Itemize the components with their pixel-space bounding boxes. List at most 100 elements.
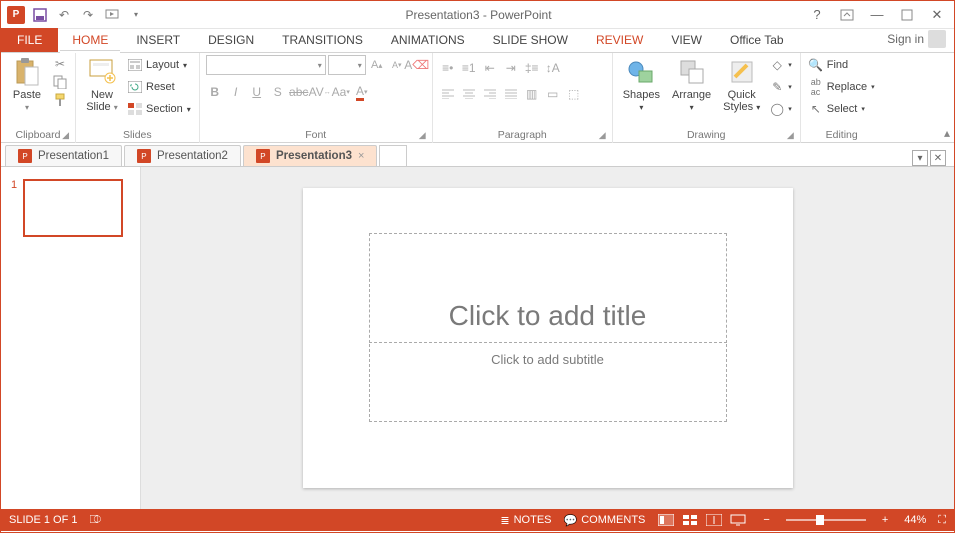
line-spacing-button[interactable]: ‡≡ <box>523 59 541 77</box>
bullets-button[interactable]: ≡• <box>439 59 457 77</box>
title-placeholder[interactable]: Click to add title <box>369 233 727 343</box>
ribbon-display-options-button[interactable] <box>836 4 858 26</box>
clear-formatting-button[interactable]: A⌫ <box>408 56 426 74</box>
doc-tab-presentation2[interactable]: P Presentation2 <box>124 145 241 166</box>
doc-tab-presentation1[interactable]: P Presentation1 <box>5 145 122 166</box>
find-button[interactable]: 🔍Find <box>807 55 877 75</box>
zoom-out-button[interactable]: − <box>759 514 773 526</box>
shape-fill-button[interactable]: ◇▾ <box>768 55 794 75</box>
maximize-button[interactable] <box>896 4 918 26</box>
align-text-button[interactable]: ▭ <box>544 85 562 103</box>
new-slide-button[interactable]: New Slide ▾ <box>82 55 122 115</box>
collapse-ribbon-button[interactable]: ▴ <box>944 126 950 140</box>
numbering-button[interactable]: ≡1 <box>460 59 478 77</box>
slideshow-view-button[interactable] <box>729 513 747 527</box>
fit-to-window-button[interactable]: ⛶ <box>938 514 946 527</box>
font-dialog-launcher[interactable]: ◢ <box>419 130 426 141</box>
align-right-button[interactable] <box>481 85 499 103</box>
slide-thumbnail[interactable]: 1 <box>11 179 130 237</box>
arrange-button[interactable]: Arrange▾ <box>668 55 715 115</box>
align-center-button[interactable] <box>460 85 478 103</box>
tab-transitions[interactable]: TRANSITIONS <box>268 28 377 52</box>
decrease-font-size-button[interactable]: A▾ <box>388 56 406 74</box>
paste-button[interactable]: Paste▾ <box>7 55 47 115</box>
notes-button[interactable]: ≣NOTES <box>500 514 551 527</box>
tab-insert[interactable]: INSERT <box>122 28 194 52</box>
close-tab-icon[interactable]: × <box>358 150 364 162</box>
tab-home[interactable]: HOME <box>58 28 122 52</box>
tab-animations[interactable]: ANIMATIONS <box>377 28 479 52</box>
drawing-dialog-launcher[interactable]: ◢ <box>787 130 794 141</box>
decrease-indent-button[interactable]: ⇤ <box>481 59 499 77</box>
select-button[interactable]: ↖Select ▾ <box>807 99 877 119</box>
character-spacing-button[interactable]: AV↔ <box>311 83 329 101</box>
comments-button[interactable]: 💬COMMENTS <box>564 514 646 527</box>
layout-button[interactable]: Layout ▾ <box>126 55 193 75</box>
shape-outline-button[interactable]: ✎▾ <box>768 77 794 97</box>
undo-button[interactable]: ↶ <box>55 6 73 24</box>
new-tab-button[interactable] <box>379 145 407 166</box>
select-label: Select <box>827 103 858 115</box>
quick-styles-button[interactable]: Quick Styles ▾ <box>719 55 764 115</box>
close-button[interactable]: ✕ <box>926 4 948 26</box>
shapes-button[interactable]: Shapes▾ <box>619 55 664 115</box>
paragraph-dialog-launcher[interactable]: ◢ <box>599 130 606 141</box>
group-editing: 🔍Find abacReplace ▾ ↖Select ▾ Editing <box>801 53 883 143</box>
increase-font-size-button[interactable]: A▴ <box>368 56 386 74</box>
shape-effects-button[interactable]: ◯▾ <box>768 99 794 119</box>
tab-file[interactable]: FILE <box>1 28 58 52</box>
close-all-tabs-button[interactable]: ✕ <box>930 150 946 166</box>
format-painter-button[interactable] <box>51 91 69 109</box>
zoom-level-label[interactable]: 44% <box>904 514 926 526</box>
zoom-slider-thumb[interactable] <box>816 515 824 525</box>
tab-office-tab[interactable]: Office Tab <box>716 28 798 52</box>
italic-button[interactable]: I <box>227 83 245 101</box>
start-from-beginning-button[interactable] <box>103 6 121 24</box>
spell-check-icon[interactable]: ⎄ <box>89 514 101 527</box>
increase-indent-button[interactable]: ⇥ <box>502 59 520 77</box>
text-direction-button[interactable]: ↕A <box>544 59 562 77</box>
zoom-slider[interactable] <box>786 519 866 521</box>
slide-count-label[interactable]: SLIDE 1 OF 1 <box>9 514 77 526</box>
strikethrough-button[interactable]: abc <box>290 83 308 101</box>
slide[interactable]: Click to add title Click to add subtitle <box>303 188 793 488</box>
bold-button[interactable]: B <box>206 83 224 101</box>
clipboard-dialog-launcher[interactable]: ◢ <box>62 130 69 141</box>
section-button[interactable]: Section ▾ <box>126 99 193 119</box>
slide-canvas-area[interactable]: Click to add title Click to add subtitle <box>141 167 954 509</box>
sign-in-button[interactable]: Sign in <box>879 26 954 52</box>
section-label: Section <box>146 103 183 115</box>
reading-view-button[interactable] <box>705 513 723 527</box>
columns-button[interactable]: ▥ <box>523 85 541 103</box>
minimize-button[interactable]: — <box>866 4 888 26</box>
font-size-combo[interactable]: ▾ <box>328 55 366 75</box>
save-button[interactable] <box>31 6 49 24</box>
redo-button[interactable]: ↷ <box>79 6 97 24</box>
subtitle-placeholder[interactable]: Click to add subtitle <box>369 344 727 422</box>
slide-thumbnail-pane[interactable]: 1 <box>1 167 141 509</box>
shadow-button[interactable]: S <box>269 83 287 101</box>
smartart-button[interactable]: ⬚ <box>565 85 583 103</box>
doc-tab-presentation3[interactable]: P Presentation3 × <box>243 145 378 166</box>
slide-sorter-view-button[interactable] <box>681 513 699 527</box>
tab-design[interactable]: DESIGN <box>194 28 268 52</box>
justify-button[interactable] <box>502 85 520 103</box>
normal-view-button[interactable] <box>657 513 675 527</box>
font-family-combo[interactable]: ▾ <box>206 55 326 75</box>
copy-button[interactable] <box>51 73 69 91</box>
font-color-button[interactable]: A▾ <box>353 83 371 101</box>
qat-customize-dropdown[interactable]: ▾ <box>127 6 145 24</box>
align-left-button[interactable] <box>439 85 457 103</box>
reset-button[interactable]: Reset <box>126 77 193 97</box>
tab-review[interactable]: REVIEW <box>582 28 657 52</box>
underline-button[interactable]: U <box>248 83 266 101</box>
tab-list-dropdown[interactable]: ▾ <box>912 150 928 166</box>
replace-button[interactable]: abacReplace ▾ <box>807 77 877 97</box>
change-case-button[interactable]: Aa▾ <box>332 83 350 101</box>
tab-slide-show[interactable]: SLIDE SHOW <box>479 28 582 52</box>
tab-view[interactable]: VIEW <box>657 28 716 52</box>
help-button[interactable]: ? <box>806 4 828 26</box>
zoom-in-button[interactable]: + <box>878 514 892 526</box>
group-paragraph: ≡• ≡1 ⇤ ⇥ ‡≡ ↕A ▥ ▭ ⬚ Paragraph◢ <box>433 53 613 143</box>
cut-button[interactable]: ✂ <box>51 55 69 73</box>
